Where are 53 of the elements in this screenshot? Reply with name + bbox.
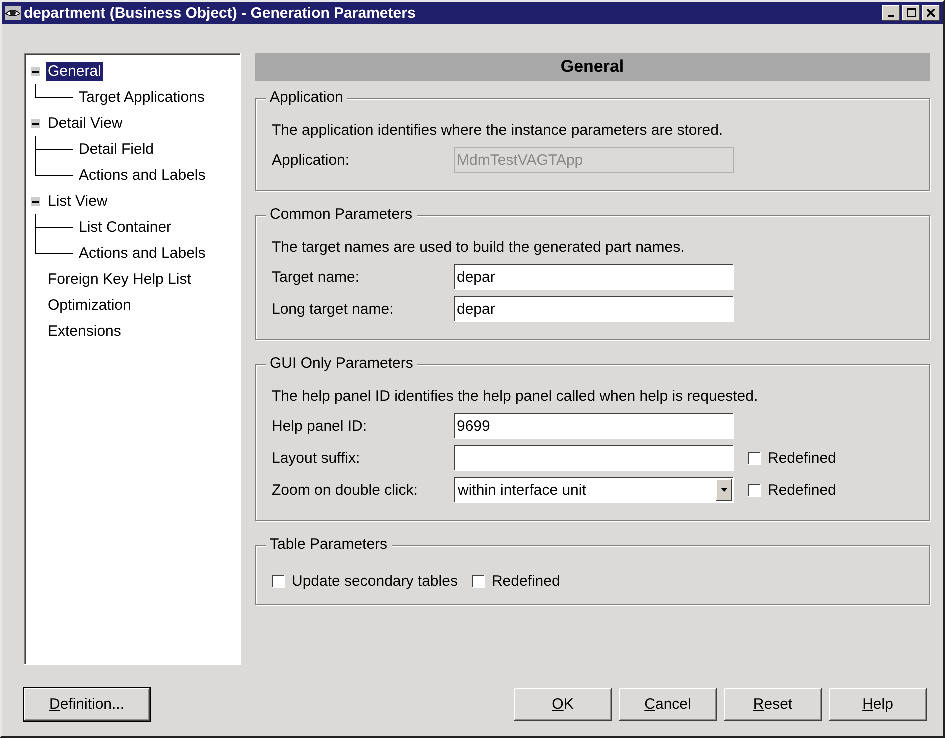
caret-icon [720, 488, 728, 492]
checkbox-label: Redefined [768, 482, 836, 498]
tree-item[interactable]: List Container [77, 218, 174, 236]
description-text: The help panel ID identifies the help panel called when help is requested. [272, 388, 760, 405]
tree-item[interactable]: Actions and Labels [77, 166, 208, 184]
field-label: Help panel ID: [272, 418, 368, 434]
push-button[interactable]: Cancel [619, 688, 717, 721]
input-field[interactable]: 9699 [454, 413, 734, 439]
collapse-icon[interactable] [31, 196, 40, 206]
checkbox[interactable] [272, 575, 285, 588]
description-text: The target names are used to build the generated part names. [272, 239, 686, 256]
tree-item[interactable]: Target Applications [77, 88, 207, 106]
checkbox-label: Redefined [768, 450, 836, 466]
dropdown[interactable]: within interface unit [454, 477, 734, 503]
minimize-button[interactable] [882, 5, 900, 21]
field-label: Zoom on double click: [272, 482, 419, 498]
input-field[interactable]: depar [454, 296, 734, 322]
tree-item[interactable]: Extensions [46, 322, 124, 340]
checkbox-label: Update secondary tables [292, 573, 458, 590]
field-label: Target name: [272, 268, 361, 286]
maximize-icon [906, 8, 916, 17]
field-label: Layout suffix: [272, 450, 362, 466]
push-button[interactable]: Reset [724, 688, 822, 721]
checkbox-label: Redefined [492, 573, 560, 590]
field-label: Application: [272, 152, 351, 168]
panel-header: General [255, 53, 930, 81]
push-button[interactable]: OK [514, 688, 612, 721]
close-icon [927, 9, 935, 17]
input-field[interactable] [454, 445, 734, 471]
tree-item[interactable]: Foreign Key Help List [46, 270, 194, 288]
maximize-button[interactable] [902, 5, 920, 21]
tree-line [35, 84, 73, 98]
description-text: The application identifies where the instance parameters are stored. [272, 122, 724, 139]
window-title: department (Business Object) - Generation Parameters [24, 4, 417, 22]
field-label: Long target name: [272, 300, 395, 318]
collapse-icon[interactable] [31, 66, 40, 76]
eye-icon [5, 6, 21, 20]
collapse-icon[interactable] [31, 118, 40, 128]
group-title: GUI Only Parameters [266, 355, 418, 372]
tree-item[interactable]: Detail View [46, 114, 125, 132]
push-button[interactable]: Help [829, 688, 927, 721]
input-field[interactable]: depar [454, 264, 734, 290]
push-button[interactable]: Definition... [24, 688, 150, 721]
checkbox[interactable] [748, 484, 761, 496]
checkbox[interactable] [472, 575, 485, 588]
checkbox[interactable] [748, 452, 761, 464]
group-title: Application [266, 89, 348, 106]
tree-item[interactable]: Optimization [46, 296, 134, 314]
tree-item[interactable]: List View [46, 192, 110, 210]
tree-item[interactable]: General [46, 62, 104, 80]
tree-item[interactable]: Actions and Labels [77, 244, 208, 262]
tree-item[interactable]: Detail Field [77, 140, 156, 158]
close-button[interactable] [922, 5, 940, 21]
